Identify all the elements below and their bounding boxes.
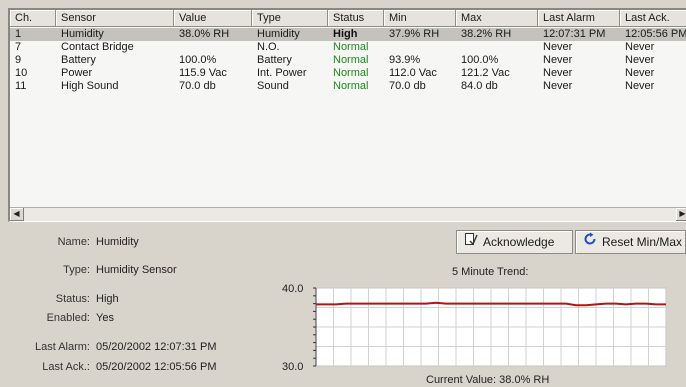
cell-type: Battery: [257, 54, 292, 66]
column-header-sensor[interactable]: Sensor: [56, 10, 174, 27]
column-header-value[interactable]: Value: [174, 10, 252, 27]
type-value: Humidity Sensor: [96, 264, 177, 276]
type-label: Type:: [63, 264, 90, 276]
cell-min: 112.0 Vac: [389, 67, 437, 79]
cell-value: 70.0 db: [179, 80, 216, 92]
cell-max: 84.0 db: [461, 80, 498, 92]
last-alarm-label: Last Alarm:: [34, 341, 90, 353]
enabled-label: Enabled:: [46, 312, 90, 324]
scroll-right-arrow-icon[interactable]: ▶: [676, 208, 686, 221]
last-ack-label: Last Ack.:: [42, 361, 90, 373]
acknowledge-label: Acknowledge: [483, 235, 555, 249]
trend-chart: [313, 287, 667, 367]
trend-title: 5 Minute Trend:: [452, 266, 529, 278]
last-ack-value: 05/20/2002 12:05:56 PM: [96, 361, 217, 373]
cell-min: 70.0 db: [389, 80, 426, 92]
reset-min-max-button[interactable]: Reset Min/Max: [575, 230, 686, 254]
cell-sensor: Battery: [61, 54, 96, 66]
cell-sensor: Contact Bridge: [61, 41, 134, 53]
table-row[interactable]: 11 High Sound 70.0 db Sound Normal 70.0 …: [10, 80, 686, 93]
cell-last-alarm: Never: [543, 41, 573, 53]
scroll-left-arrow-icon[interactable]: ◀: [10, 208, 24, 221]
y-axis-min-label: 30.0: [282, 361, 304, 373]
cell-sensor: High Sound: [61, 80, 119, 92]
cell-ch: 9: [15, 54, 22, 66]
acknowledge-icon: [463, 231, 479, 253]
horizontal-scrollbar[interactable]: ◀ ▶: [10, 207, 686, 221]
name-label: Name:: [57, 236, 90, 248]
column-header-last-alarm[interactable]: Last Alarm: [538, 10, 620, 27]
column-header-ch[interactable]: Ch.: [10, 10, 56, 27]
table-row[interactable]: 1 Humidity 38.0% RH Humidity High 37.9% …: [10, 28, 686, 41]
cell-type: Sound: [257, 80, 289, 92]
cell-value: 115.9 Vac: [179, 67, 227, 79]
column-header-last-ack[interactable]: Last Ack.: [620, 10, 686, 27]
column-header-max[interactable]: Max: [456, 10, 538, 27]
cell-last-alarm: Never: [543, 54, 573, 66]
cell-max: 38.2% RH: [461, 28, 512, 40]
status-label: Status:: [55, 293, 90, 305]
status-value: High: [96, 293, 119, 305]
name-value: Humidity: [96, 236, 139, 248]
column-header-status[interactable]: Status: [328, 10, 384, 27]
cell-max: 100.0%: [461, 54, 499, 66]
cell-sensor: Humidity: [61, 28, 104, 40]
reset-label: Reset Min/Max: [602, 235, 683, 249]
cell-last-ack: Never: [625, 80, 655, 92]
cell-min: 37.9% RH: [389, 28, 440, 40]
current-value-label: Current Value: 38.0% RH: [426, 374, 550, 386]
cell-type: N.O.: [257, 41, 280, 53]
cell-type: Humidity: [257, 28, 300, 40]
table-row[interactable]: 10 Power 115.9 Vac Int. Power Normal 112…: [10, 67, 686, 80]
cell-min: 93.9%: [389, 54, 421, 66]
cell-value: 100.0%: [179, 54, 217, 66]
enabled-value: Yes: [96, 312, 114, 324]
cell-last-alarm: Never: [543, 80, 573, 92]
cell-max: 121.2 Vac: [461, 67, 510, 79]
y-axis-max-label: 40.0: [282, 283, 304, 295]
table-row[interactable]: 9 Battery 100.0% Battery Normal 93.9% 10…: [10, 54, 686, 67]
cell-type: Int. Power: [257, 67, 307, 79]
cell-last-alarm: Never: [543, 67, 573, 79]
cell-last-ack: 12:05:56 PM: [625, 28, 686, 40]
cell-last-alarm: 12:07:31 PM: [543, 28, 606, 40]
refresh-icon: [582, 231, 598, 253]
column-header-min[interactable]: Min: [384, 10, 456, 27]
cell-ch: 10: [15, 67, 28, 79]
sensor-list[interactable]: Ch. Sensor Value Type Status Min Max Las…: [8, 8, 686, 222]
cell-status: Normal: [333, 80, 369, 92]
cell-ch: 7: [15, 41, 22, 53]
cell-status: Normal: [333, 41, 369, 53]
cell-ch: 11: [15, 80, 27, 92]
list-header: Ch. Sensor Value Type Status Min Max Las…: [10, 10, 686, 27]
acknowledge-button[interactable]: Acknowledge: [456, 230, 573, 254]
cell-status: High: [333, 28, 358, 40]
cell-status: Normal: [333, 54, 369, 66]
chart-grid: [316, 288, 666, 366]
cell-last-ack: Never: [625, 67, 655, 79]
cell-ch: 1: [15, 28, 22, 40]
last-alarm-value: 05/20/2002 12:07:31 PM: [96, 341, 217, 353]
cell-sensor: Power: [61, 67, 93, 79]
cell-last-ack: Never: [625, 54, 655, 66]
cell-status: Normal: [333, 67, 369, 79]
cell-value: 38.0% RH: [179, 28, 230, 40]
table-row[interactable]: 7 Contact Bridge N.O. Normal Never Never: [10, 41, 686, 54]
cell-last-ack: Never: [625, 41, 655, 53]
column-header-type[interactable]: Type: [252, 10, 328, 27]
